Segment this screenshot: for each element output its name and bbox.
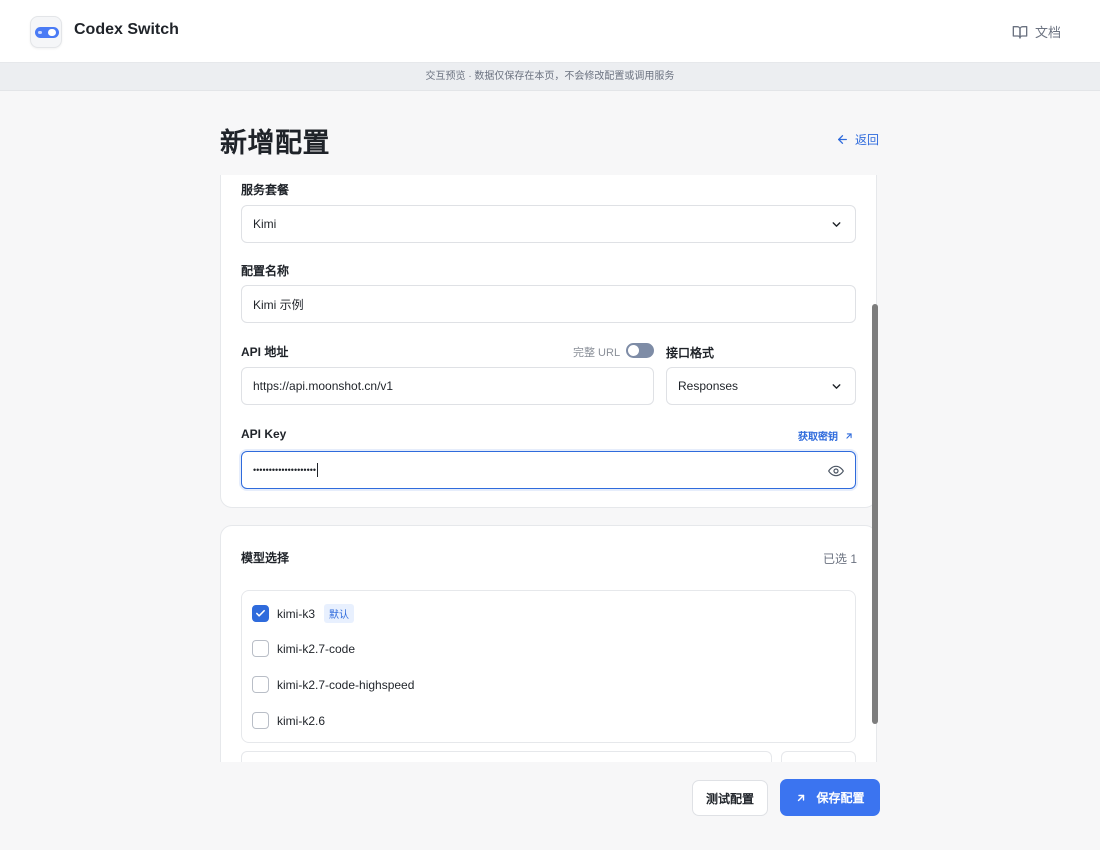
full-url-toggle[interactable] [626, 343, 654, 358]
chevron-down-icon [832, 384, 841, 389]
book-icon [1012, 25, 1028, 39]
form-scroll-area[interactable]: 服务套餐 Kimi 配置名称 Kimi 示例 API 地址 完整 URL htt… [220, 175, 877, 762]
config-card: 服务套餐 Kimi 配置名称 Kimi 示例 API 地址 完整 URL htt… [220, 175, 877, 508]
api-key-masked-value: •••••••••••••••••••• [253, 465, 317, 475]
service-plan-select[interactable]: Kimi [241, 205, 856, 243]
model-item[interactable]: kimi-k2.7-code-highspeed [252, 676, 414, 693]
model-list: kimi-k3 默认 kimi-k2.7-code kimi-k2.7-code… [241, 590, 856, 743]
model-name: kimi-k3 [277, 606, 315, 621]
api-format-label: 接口格式 [666, 346, 715, 360]
back-label: 返回 [855, 133, 880, 147]
checkbox[interactable] [252, 712, 269, 729]
api-format-select[interactable]: Responses [666, 367, 856, 405]
checkbox-checked[interactable] [252, 605, 269, 622]
default-badge: 默认 [324, 604, 354, 623]
app-title: Codex Switch [74, 21, 179, 38]
model-item[interactable]: kimi-k2.7-code [252, 640, 355, 657]
config-name-input[interactable]: Kimi 示例 [241, 285, 856, 323]
full-url-toggle-label: 完整 URL [573, 347, 621, 359]
docs-link[interactable]: 文档 [1012, 22, 1061, 41]
checkbox[interactable] [252, 676, 269, 693]
model-name: kimi-k2.7-code-highspeed [277, 677, 415, 692]
arrow-up-right-icon [798, 794, 805, 801]
model-item[interactable]: kimi-k3 默认 [252, 604, 354, 623]
api-key-label: API Key [241, 427, 287, 441]
docs-label: 文档 [1034, 25, 1061, 40]
back-link[interactable]: 返回 [836, 131, 879, 148]
text-caret [317, 463, 319, 477]
checkbox[interactable] [252, 640, 269, 657]
get-key-link[interactable]: 获取密钥 [798, 428, 854, 443]
get-key-label: 获取密钥 [798, 432, 838, 443]
arrow-up-right-icon [846, 432, 852, 439]
service-plan-label: 服务套餐 [241, 183, 290, 197]
model-selection-card: 模型选择 已选 1 kimi-k3 默认 kimi-k2.7-code kimi… [220, 525, 877, 762]
save-config-label: 保存配置 [816, 791, 865, 805]
api-address-input[interactable]: https://api.moonshot.cn/v1 [241, 367, 654, 405]
chevron-down-icon [832, 222, 841, 227]
page-title: 新增配置 [220, 128, 330, 158]
add-model-button[interactable] [781, 751, 856, 762]
config-name-label: 配置名称 [241, 264, 290, 278]
service-plan-value: Kimi [253, 217, 277, 231]
toggle-logo-icon [30, 16, 62, 48]
api-address-label: API 地址 [241, 345, 289, 359]
custom-model-input[interactable] [241, 751, 772, 762]
model-name: kimi-k2.6 [277, 713, 326, 728]
api-address-value: https://api.moonshot.cn/v1 [253, 379, 394, 393]
save-config-button[interactable]: 保存配置 [780, 779, 880, 816]
selected-count: 已选 1 [823, 552, 858, 566]
preview-notice: 交互预览 · 数据仅保存在本页，不会修改配置或调用服务 [0, 63, 1100, 91]
eye-icon[interactable] [828, 463, 844, 479]
test-config-button[interactable]: 测试配置 [692, 780, 768, 816]
scrollbar-thumb[interactable] [872, 304, 878, 724]
model-section-title: 模型选择 [241, 551, 290, 565]
check-icon [256, 609, 265, 617]
api-format-value: Responses [678, 379, 739, 393]
api-key-input[interactable]: •••••••••••••••••••• [241, 451, 856, 489]
model-item[interactable]: kimi-k2.6 [252, 712, 325, 729]
model-name: kimi-k2.7-code [277, 641, 356, 656]
arrow-left-icon [838, 135, 847, 144]
config-name-value: Kimi 示例 [253, 297, 304, 312]
top-bar: Codex Switch 文档 [0, 0, 1100, 63]
